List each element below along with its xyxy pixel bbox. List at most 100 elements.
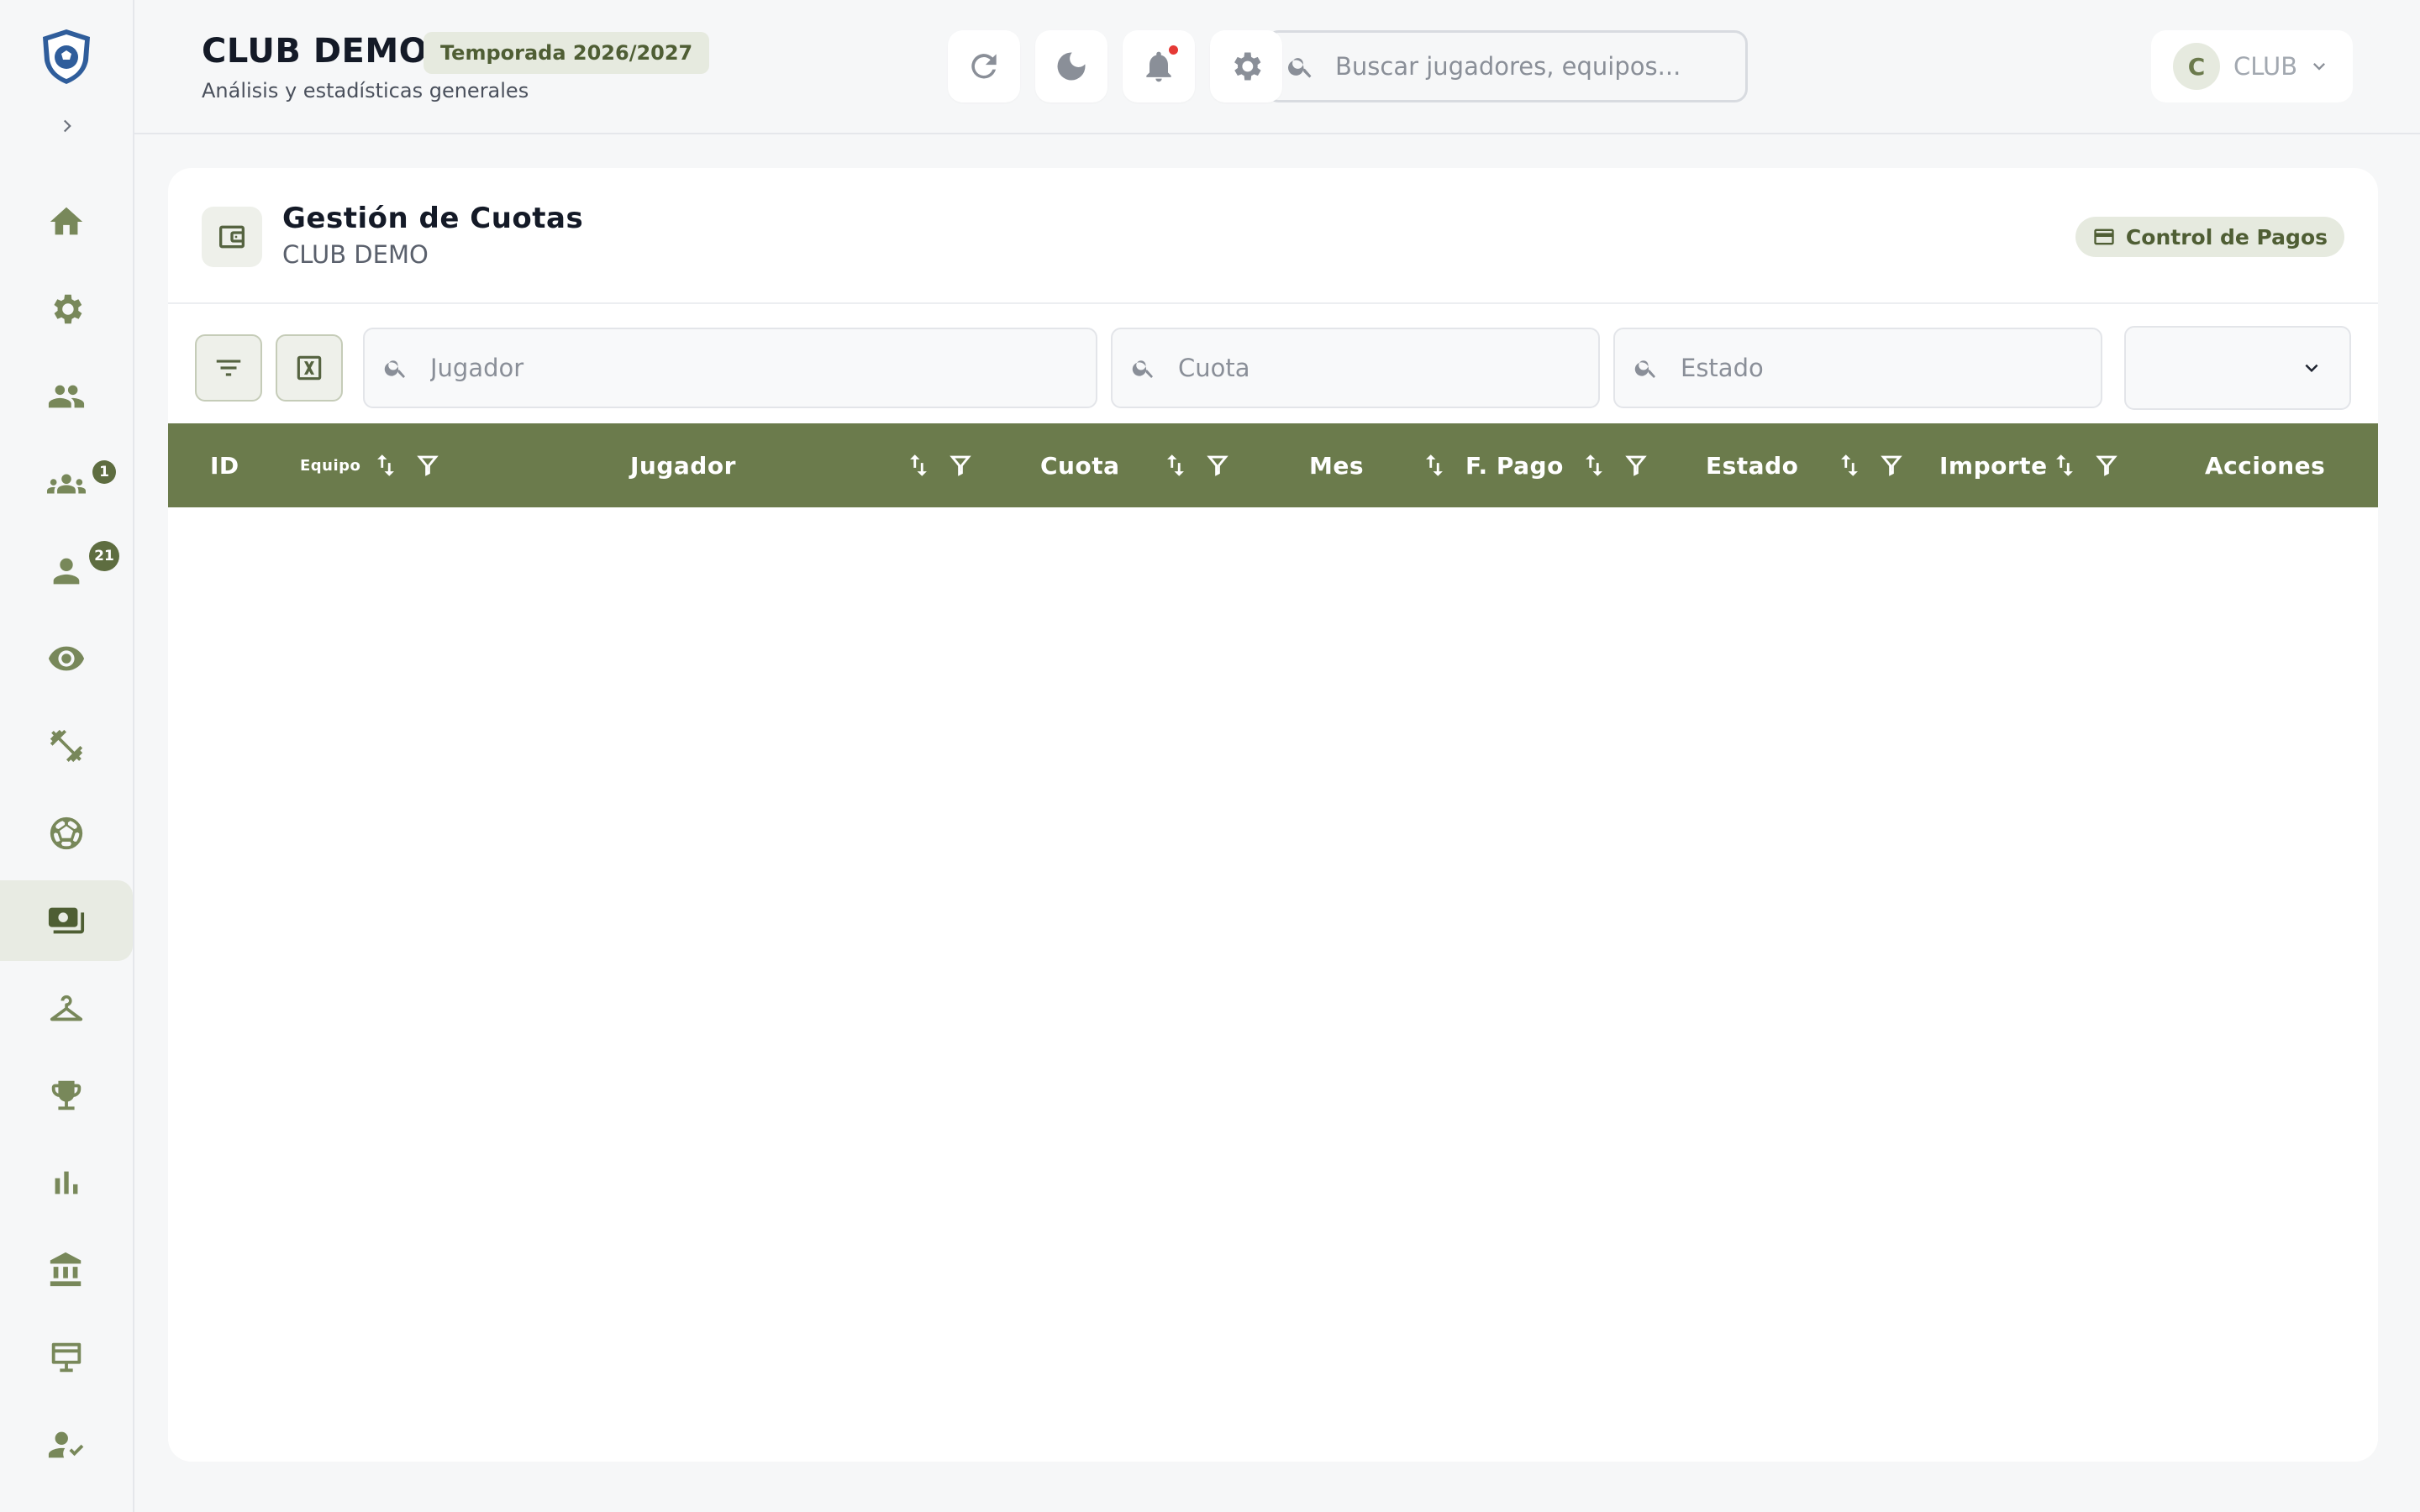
notification-dot bbox=[1169, 45, 1178, 55]
sidebar-collapse-button[interactable] bbox=[50, 109, 84, 143]
user-name: CLUB bbox=[2233, 52, 2298, 81]
filter-icon[interactable] bbox=[1622, 451, 1650, 480]
sidebar-item-attendance[interactable] bbox=[0, 1404, 133, 1485]
sidebar-item-users[interactable] bbox=[0, 356, 133, 437]
bank-icon bbox=[50, 1252, 82, 1287]
sort-icon[interactable] bbox=[2050, 451, 2079, 480]
sidebar-item-fees[interactable] bbox=[0, 880, 133, 961]
gear-icon bbox=[1234, 52, 1261, 81]
player-filter-input[interactable] bbox=[430, 354, 1015, 382]
teams-count-badge: 1 bbox=[92, 460, 116, 484]
person-icon bbox=[53, 558, 80, 585]
sidebar-item-players[interactable]: 21 bbox=[0, 531, 133, 612]
filter-toggle-button[interactable] bbox=[195, 334, 262, 402]
chevron-down-icon bbox=[2305, 364, 2318, 372]
sort-icon[interactable] bbox=[904, 451, 933, 480]
fees-card: Gestión de Cuotas CLUB DEMO Control de P… bbox=[168, 168, 2378, 1462]
sort-icon[interactable] bbox=[1420, 451, 1449, 480]
chevron-right-icon bbox=[63, 119, 71, 133]
user-menu-button[interactable]: C CLUB bbox=[2151, 30, 2353, 102]
filter-list-icon bbox=[216, 360, 241, 376]
card-title: Gestión de Cuotas bbox=[282, 202, 584, 235]
hanger-icon bbox=[50, 995, 83, 1021]
season-badge[interactable]: Temporada 2026/2027 bbox=[424, 32, 710, 74]
filter-bar bbox=[168, 326, 2378, 410]
global-search[interactable] bbox=[1265, 30, 1748, 102]
search-icon bbox=[1288, 58, 1312, 78]
payments-control-button[interactable]: Control de Pagos bbox=[2075, 217, 2344, 257]
dark-mode-toggle[interactable] bbox=[1035, 30, 1107, 102]
chevron-down-icon bbox=[2313, 63, 2326, 71]
top-header: CLUB DEMO Temporada 2026/2027 Análisis y… bbox=[134, 0, 2420, 134]
column-header-team[interactable]: Equipo bbox=[300, 423, 360, 507]
players-count-badge: 21 bbox=[89, 541, 119, 571]
wallet-icon bbox=[202, 207, 262, 267]
sidebar-item-scouting[interactable] bbox=[0, 618, 133, 699]
billboard-icon bbox=[51, 1342, 82, 1373]
filter-icon[interactable] bbox=[2092, 451, 2121, 480]
sidebar-item-settings[interactable] bbox=[0, 269, 133, 349]
sidebar-item-competitions[interactable] bbox=[0, 1055, 133, 1136]
column-header-status[interactable]: Estado bbox=[1706, 423, 1798, 507]
soccer-ball-icon bbox=[50, 816, 83, 850]
refresh-icon bbox=[971, 54, 997, 79]
excel-icon bbox=[297, 355, 322, 381]
player-filter[interactable] bbox=[363, 328, 1097, 408]
people-icon bbox=[48, 385, 85, 408]
bar-chart-icon bbox=[55, 1171, 78, 1194]
trophy-icon bbox=[51, 1080, 82, 1110]
table-body bbox=[168, 507, 2378, 1462]
column-header-actions: Acciones bbox=[2205, 451, 2326, 480]
eye-icon bbox=[48, 646, 85, 671]
sidebar-item-matches[interactable] bbox=[0, 793, 133, 874]
gear-icon bbox=[54, 294, 82, 324]
sort-icon[interactable] bbox=[1835, 451, 1864, 480]
refresh-button[interactable] bbox=[948, 30, 1020, 102]
avatar: C bbox=[2173, 43, 2220, 90]
sidebar-item-ads[interactable] bbox=[0, 1317, 133, 1398]
column-header-amount[interactable]: Importe bbox=[1939, 423, 2048, 507]
column-header-player[interactable]: Jugador bbox=[630, 423, 736, 507]
home-icon bbox=[50, 207, 83, 235]
sidebar-item-statistics[interactable] bbox=[0, 1142, 133, 1223]
notifications-button[interactable] bbox=[1123, 30, 1195, 102]
page-subtitle: Análisis y estadísticas generales bbox=[202, 79, 529, 102]
person-check-icon bbox=[48, 1431, 84, 1458]
payments-icon bbox=[48, 907, 85, 934]
sort-icon[interactable] bbox=[371, 451, 400, 480]
search-icon bbox=[1132, 360, 1153, 378]
sort-icon[interactable] bbox=[1161, 451, 1190, 480]
filter-icon[interactable] bbox=[1203, 451, 1232, 480]
club-logo-icon[interactable] bbox=[37, 27, 96, 86]
status-filter[interactable] bbox=[1613, 328, 2102, 408]
column-header-month[interactable]: Mes bbox=[1309, 423, 1364, 507]
card-subtitle: CLUB DEMO bbox=[282, 240, 429, 269]
moon-icon bbox=[1057, 52, 1086, 81]
column-header-payment-date[interactable]: F. Pago bbox=[1465, 423, 1564, 507]
fitness-icon bbox=[50, 729, 83, 763]
search-input[interactable] bbox=[1335, 52, 1722, 81]
sidebar: 1 21 bbox=[0, 0, 134, 1512]
filter-icon[interactable] bbox=[1877, 451, 1906, 480]
table-header: ID Equipo Jugador Cuota Mes F. Pago Esta… bbox=[168, 423, 2378, 507]
sidebar-item-equipment[interactable] bbox=[0, 968, 133, 1048]
fee-filter-input[interactable] bbox=[1178, 354, 1567, 382]
sort-icon[interactable] bbox=[1580, 451, 1608, 480]
filter-icon[interactable] bbox=[413, 451, 442, 480]
sidebar-item-teams[interactable]: 1 bbox=[0, 444, 133, 524]
export-excel-button[interactable] bbox=[276, 334, 343, 402]
settings-button[interactable] bbox=[1210, 30, 1282, 102]
club-title: CLUB DEMO bbox=[202, 32, 429, 71]
sidebar-item-home[interactable] bbox=[0, 181, 133, 262]
search-icon bbox=[384, 360, 405, 378]
fee-filter[interactable] bbox=[1111, 328, 1600, 408]
sidebar-item-institution[interactable] bbox=[0, 1230, 133, 1310]
month-select[interactable] bbox=[2124, 326, 2351, 410]
column-header-fee[interactable]: Cuota bbox=[1040, 423, 1120, 507]
sidebar-item-training[interactable] bbox=[0, 706, 133, 786]
status-filter-input[interactable] bbox=[1681, 354, 2070, 382]
filter-icon[interactable] bbox=[946, 451, 975, 480]
column-header-id[interactable]: ID bbox=[210, 423, 239, 507]
payments-control-label: Control de Pagos bbox=[2125, 224, 2328, 249]
credit-card-icon bbox=[2094, 228, 2114, 245]
